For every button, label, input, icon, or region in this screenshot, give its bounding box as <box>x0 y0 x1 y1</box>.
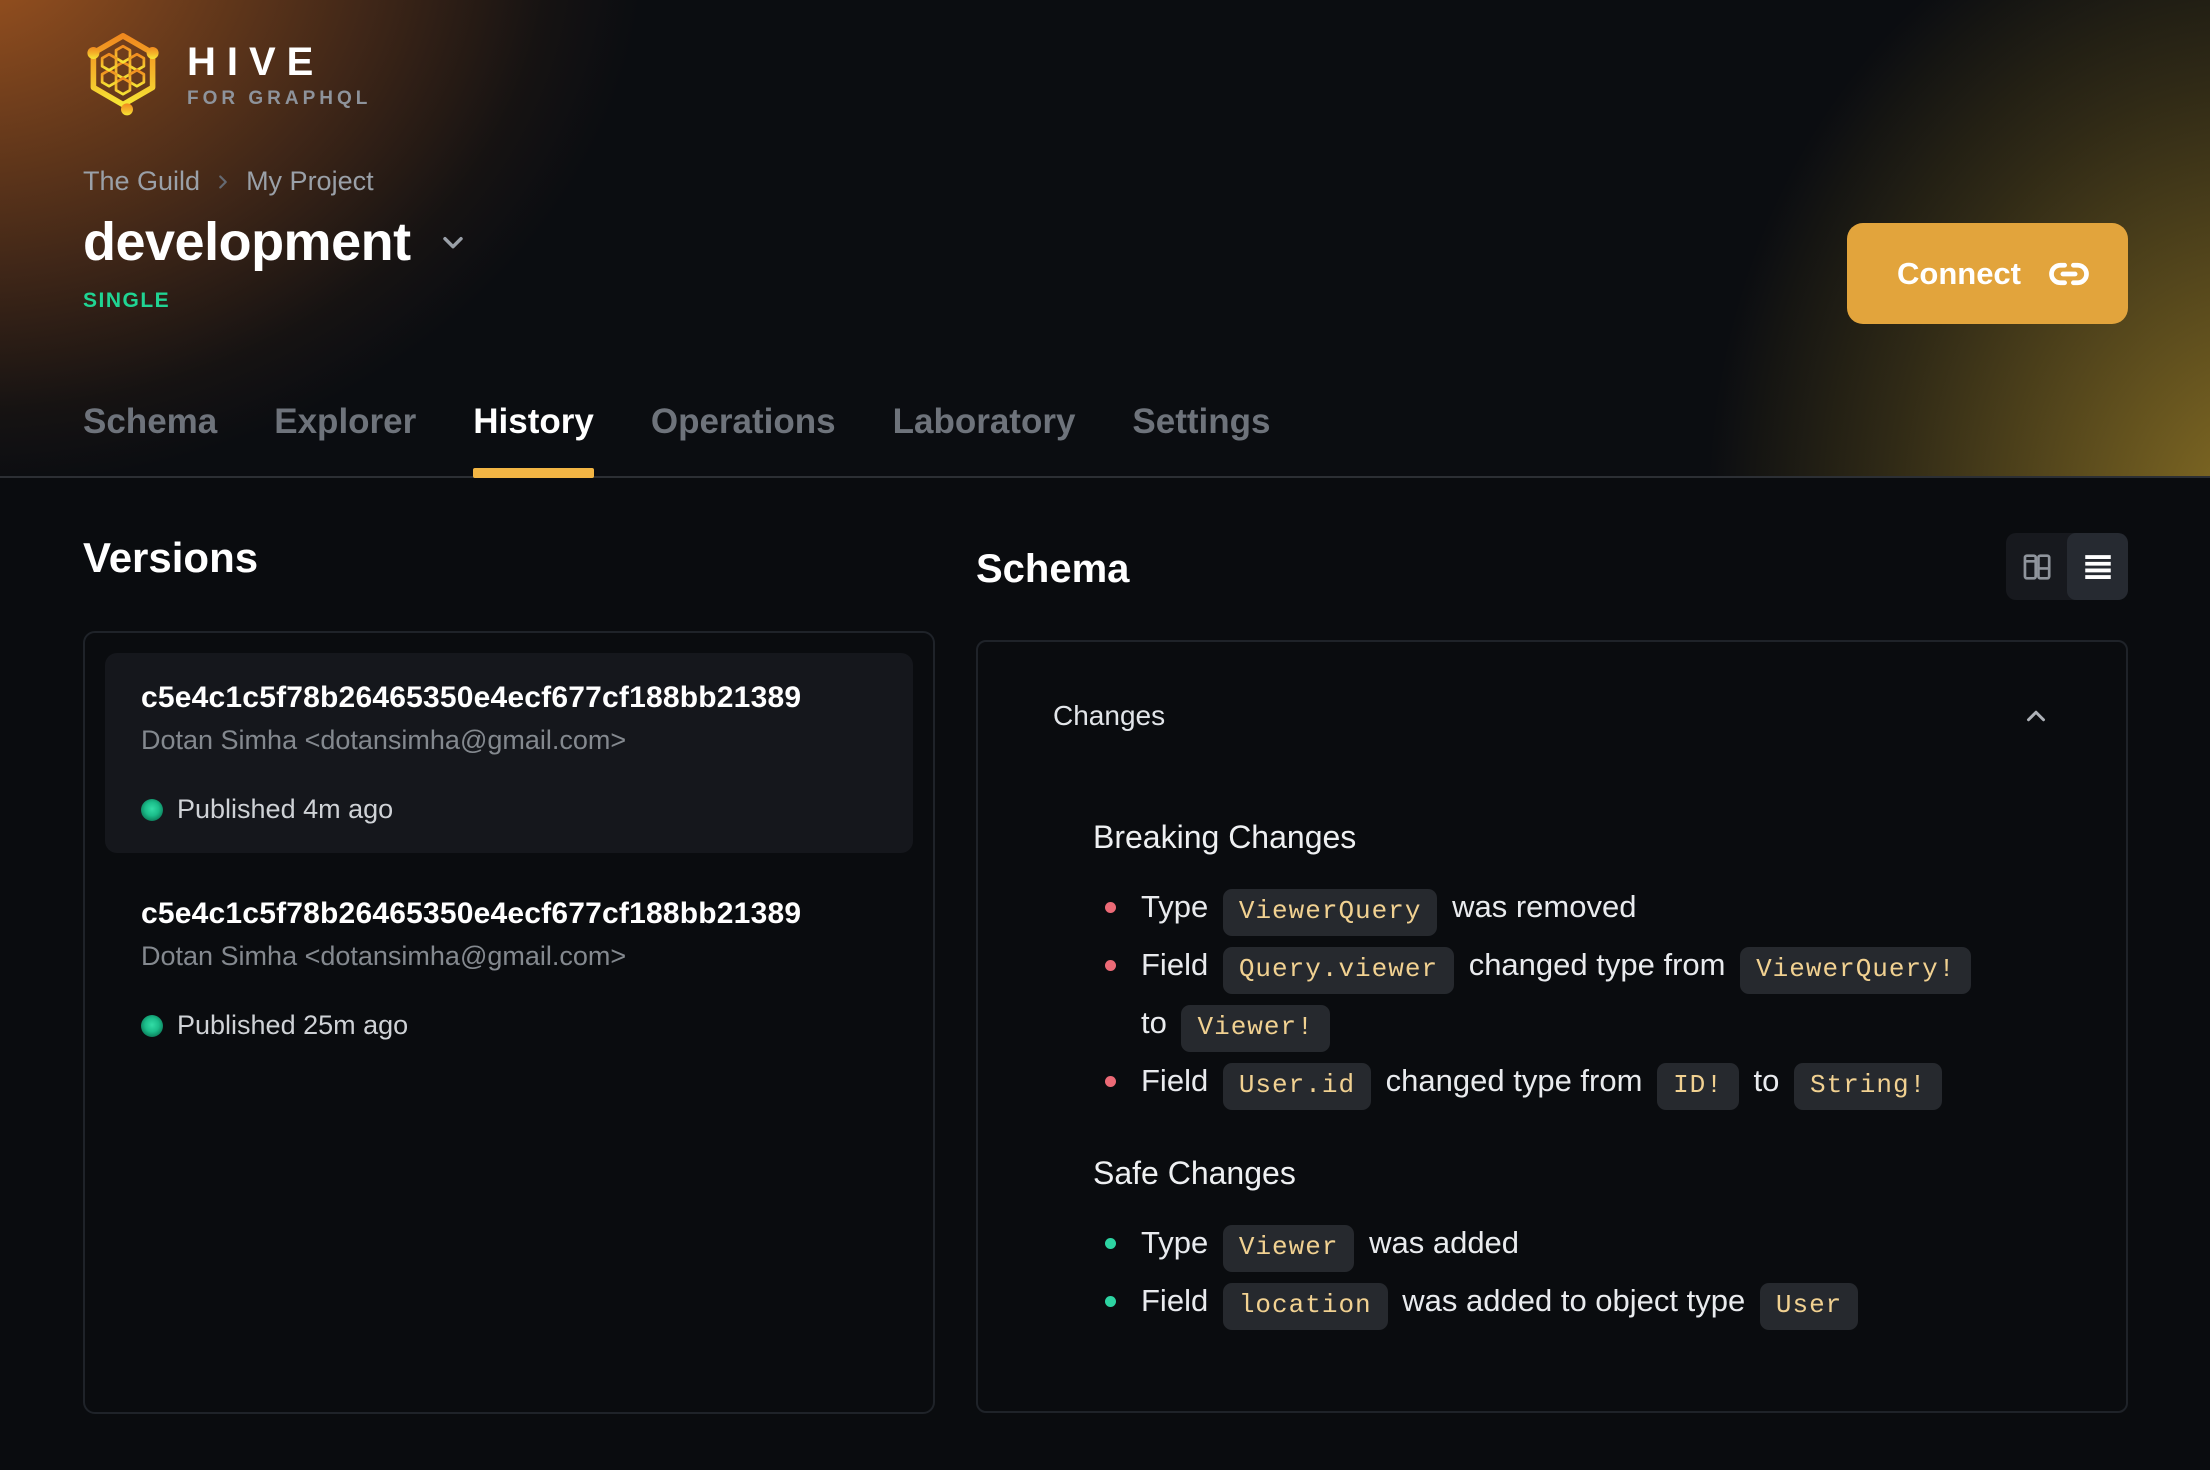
version-author: Dotan Simha <dotansimha@gmail.com> <box>141 725 627 755</box>
diff-view-button[interactable] <box>2006 533 2067 600</box>
version-status: Published 25m ago <box>177 1010 409 1040</box>
tab-history[interactable]: History <box>473 402 594 478</box>
breadcrumb: The Guild My Project <box>83 166 2130 197</box>
list-view-button[interactable] <box>2067 533 2128 600</box>
change-group-title: Breaking Changes <box>1093 819 1357 855</box>
breadcrumb-project[interactable]: My Project <box>246 166 374 197</box>
change-item: Type ViewerQuery was removed <box>1093 878 1993 936</box>
version-card[interactable]: c5e4c1c5f78b26465350e4ecf677cf188bb21389… <box>105 869 913 1069</box>
tab-label: Explorer <box>274 402 417 441</box>
breaking-changes-list: Type ViewerQuery was removed Field Query… <box>1093 878 1993 1110</box>
versions-list: c5e4c1c5f78b26465350e4ecf677cf188bb21389… <box>83 631 935 1414</box>
safe-changes-group: Safe Changes Type Viewer was added Field … <box>1093 1154 2051 1330</box>
change-text: changed type from <box>1385 1063 1643 1098</box>
changes-section-toggle[interactable]: Changes <box>1053 700 2051 732</box>
code-chip: Viewer! <box>1181 1005 1330 1052</box>
schema-heading: Schema <box>976 547 1130 591</box>
version-status: Published 4m ago <box>177 794 394 824</box>
change-text: Field <box>1141 947 1209 982</box>
chevron-up-icon <box>2027 710 2045 722</box>
change-text: was removed <box>1452 889 1637 924</box>
breaking-changes-group: Breaking Changes Type ViewerQuery was rem… <box>1093 818 2051 1110</box>
version-card[interactable]: c5e4c1c5f78b26465350e4ecf677cf188bb21389… <box>105 653 913 853</box>
view-mode-toggle <box>2006 533 2128 600</box>
code-chip: User.id <box>1222 1063 1372 1110</box>
version-hash: c5e4c1c5f78b26465350e4ecf677cf188bb21389 <box>141 681 802 714</box>
change-group-title: Safe Changes <box>1093 1155 1296 1191</box>
page-title: development <box>83 212 411 272</box>
change-text: to <box>1141 1005 1167 1040</box>
code-chip: location <box>1222 1283 1388 1330</box>
rows-icon <box>2084 554 2111 579</box>
code-chip: User <box>1759 1283 1859 1330</box>
tab-label: Schema <box>83 402 218 441</box>
logo-subtitle: FOR GRAPHQL <box>187 88 372 109</box>
code-chip: Query.viewer <box>1222 947 1455 994</box>
change-text: Field <box>1141 1063 1209 1098</box>
logo-title: HIVE <box>187 40 325 84</box>
schema-section: Schema Changes Breaking Changes Type Vie… <box>976 533 2128 1414</box>
connect-button[interactable]: Connect <box>1847 223 2128 324</box>
change-item: Type Viewer was added <box>1093 1214 1993 1272</box>
change-text: changed type from <box>1468 947 1726 982</box>
tab-operations[interactable]: Operations <box>651 402 836 478</box>
change-text: Type <box>1141 1225 1209 1260</box>
version-author: Dotan Simha <dotansimha@gmail.com> <box>141 941 627 971</box>
change-item: Field Query.viewer changed type from Vie… <box>1093 936 1993 1052</box>
tab-label: Settings <box>1132 402 1271 441</box>
hive-logo[interactable]: HIVE FOR GRAPHQL <box>83 30 2130 120</box>
version-hash: c5e4c1c5f78b26465350e4ecf677cf188bb21389 <box>141 897 802 930</box>
code-chip: ViewerQuery <box>1222 889 1438 936</box>
chevron-right-icon <box>219 174 227 189</box>
tab-bar: Schema Explorer History Operations Laborator… <box>83 402 1271 478</box>
target-selector-chevron-down-icon[interactable] <box>437 226 469 258</box>
tab-label: Operations <box>650 402 836 441</box>
versions-section: Versions c5e4c1c5f78b26465350e4ecf677cf1… <box>83 533 935 1414</box>
tab-label: History <box>473 402 594 441</box>
safe-changes-list: Type Viewer was added Field location was… <box>1093 1214 1993 1330</box>
versions-heading: Versions <box>83 534 259 581</box>
tab-explorer[interactable]: Explorer <box>274 402 416 478</box>
connect-button-label: Connect <box>1897 255 2021 291</box>
code-chip: ViewerQuery! <box>1740 947 1972 994</box>
change-item: Field location was added to object type … <box>1093 1272 1993 1330</box>
breadcrumb-org[interactable]: The Guild <box>83 166 200 197</box>
hive-hexagon-icon <box>87 33 159 116</box>
change-groups: Breaking Changes Type ViewerQuery was rem… <box>1053 818 2051 1330</box>
changes-label: Changes <box>1053 700 1166 731</box>
link-icon <box>2049 262 2089 285</box>
change-text: was added to object type <box>1402 1283 1746 1318</box>
code-chip: ID! <box>1657 1063 1739 1110</box>
change-text: was added <box>1369 1225 1520 1260</box>
published-status-icon <box>141 1014 163 1037</box>
tab-schema[interactable]: Schema <box>83 402 217 478</box>
published-status-icon <box>141 798 163 821</box>
tab-laboratory[interactable]: Laboratory <box>893 402 1076 478</box>
tab-label: Laboratory <box>892 402 1076 441</box>
change-text: Type <box>1141 889 1209 924</box>
tab-settings[interactable]: Settings <box>1132 402 1270 478</box>
code-chip: Viewer <box>1222 1225 1355 1272</box>
change-item: Field User.id changed type from ID! to S… <box>1093 1052 1993 1110</box>
project-header: HIVE FOR GRAPHQL The Guild My Project de… <box>0 0 2210 478</box>
schema-changes-panel: Changes Breaking Changes Type ViewerQuery… <box>976 640 2128 1413</box>
history-page-content: Versions c5e4c1c5f78b26465350e4ecf677cf1… <box>0 478 2210 1414</box>
change-text: Field <box>1141 1283 1209 1318</box>
target-type-badge: SINGLE <box>83 289 171 312</box>
change-text: to <box>1753 1063 1780 1098</box>
columns-icon <box>2023 553 2051 580</box>
code-chip: String! <box>1793 1063 1943 1110</box>
